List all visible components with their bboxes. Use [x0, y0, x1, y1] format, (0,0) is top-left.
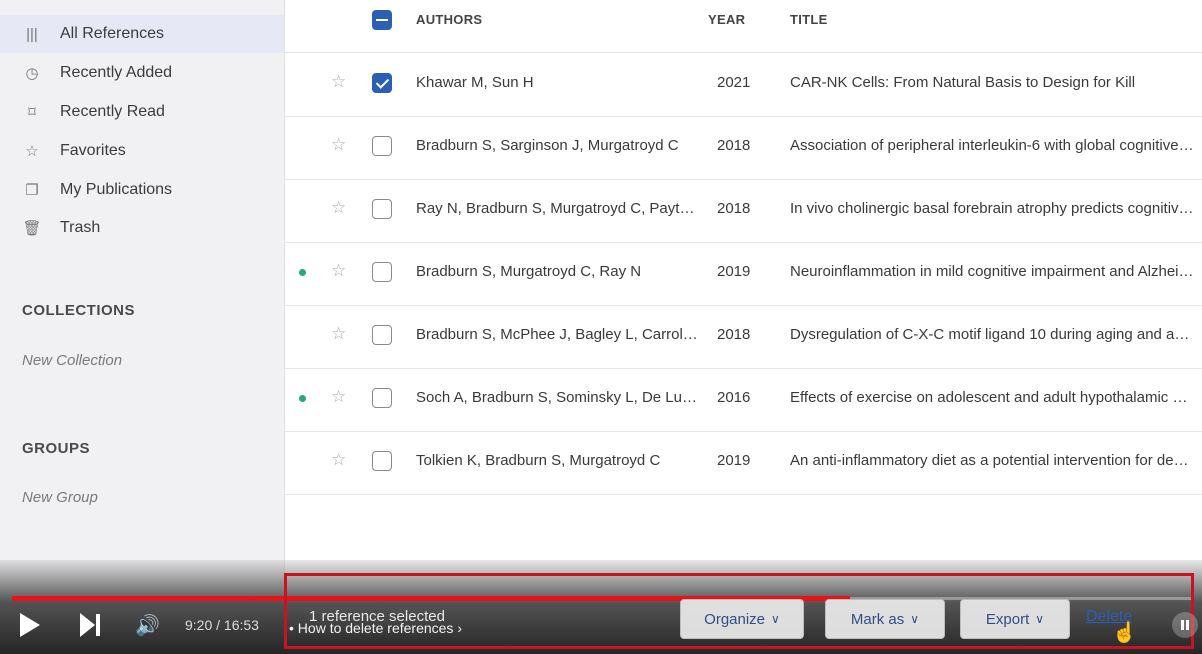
cell-title: In vivo cholinergic basal forebrain atro… — [790, 200, 1195, 217]
column-authors[interactable]: AUTHORS — [416, 12, 482, 27]
library-item-my-publications[interactable]: ❐ My Publications — [0, 171, 284, 209]
table-header: AUTHORS YEAR TITLE — [285, 0, 1202, 53]
favorite-star-icon[interactable]: ☆ — [331, 450, 346, 470]
pause-icon[interactable] — [1172, 612, 1198, 638]
cell-authors: Bradburn S, Sarginson J, Murgatroyd C — [416, 137, 679, 154]
cell-authors: Soch A, Bradburn S, Sominsky L, De Luca … — [416, 389, 699, 406]
library-item-all-references[interactable]: ||| All References — [0, 15, 284, 53]
row-checkbox[interactable] — [372, 262, 392, 282]
video-chapter[interactable]: • How to delete references › — [289, 620, 462, 636]
table-row[interactable]: ☆ Ray N, Bradburn S, Murgatroyd C, Payton… — [285, 179, 1202, 243]
row-checkbox[interactable] — [372, 388, 392, 408]
cell-year: 2019 — [717, 452, 751, 469]
table-row[interactable]: ☆ Soch A, Bradburn S, Sominsky L, De Luca… — [285, 368, 1202, 432]
reference-table: AUTHORS YEAR TITLE ☆ Khawar M, Sun H 2021 C… — [285, 0, 1202, 580]
unread-dot-icon — [299, 269, 306, 276]
trash-icon: 🗑 — [22, 220, 42, 237]
cell-title: Neuroinflammation in mild cognitive impa… — [790, 263, 1195, 280]
groups-heading: GROUPS — [22, 440, 91, 457]
play-icon[interactable] — [20, 613, 40, 637]
publication-icon: ❐ — [25, 182, 39, 199]
cell-title: Dysregulation of C-X-C motif ligand 10 d… — [790, 326, 1195, 343]
favorite-star-icon[interactable]: ☆ — [331, 72, 346, 92]
library-item-label: Recently Read — [60, 103, 165, 120]
library-item-label: Favorites — [60, 142, 126, 159]
highlight-box — [284, 573, 1194, 649]
row-checkbox[interactable] — [372, 73, 392, 93]
library-item-recently-read[interactable]: ⌑ Recently Read — [0, 93, 284, 131]
favorite-star-icon[interactable]: ☆ — [331, 261, 346, 281]
column-year[interactable]: YEAR — [708, 12, 745, 27]
table-row[interactable]: ☆ Bradburn S, Murgatroyd C, Ray N 2019 Neur… — [285, 242, 1202, 306]
library-item-label: My Publications — [60, 181, 173, 198]
clock-icon: ◷ — [25, 65, 39, 82]
cell-title: CAR-NK Cells: From Natural Basis to Desi… — [790, 74, 1136, 91]
collections-heading: COLLECTIONS — [22, 302, 135, 319]
library-item-recently-added[interactable]: ◷ Recently Added — [0, 54, 284, 92]
library-item-label: Recently Added — [60, 64, 173, 81]
volume-icon[interactable]: 🔊 — [135, 613, 160, 638]
unread-dot-icon — [299, 395, 306, 402]
cell-authors: Bradburn S, Murgatroyd C, Ray N — [416, 263, 642, 280]
cell-authors: Ray N, Bradburn S, Murgatroyd C, Payton … — [416, 200, 699, 217]
select-all-checkbox[interactable] — [372, 10, 392, 30]
cell-title: An anti-inflammatory diet as a potential… — [790, 452, 1195, 469]
cell-title: Association of peripheral interleukin-6 … — [790, 137, 1195, 154]
row-checkbox[interactable] — [372, 136, 392, 156]
new-collection-link[interactable]: New Collection — [22, 352, 122, 369]
sidebar: ||| All References ◷ Recently Added ⌑ Recentl… — [0, 0, 285, 654]
star-icon: ☆ — [25, 143, 39, 160]
cell-authors: Khawar M, Sun H — [416, 74, 534, 91]
library-item-label: Trash — [60, 219, 101, 236]
cell-year: 2021 — [717, 74, 751, 91]
favorite-star-icon[interactable]: ☆ — [331, 324, 346, 344]
row-checkbox[interactable] — [372, 451, 392, 471]
cell-authors: Bradburn S, McPhee J, Bagley L, Carroll … — [416, 326, 699, 343]
library-item-trash[interactable]: 🗑 Trash — [0, 209, 284, 247]
cell-year: 2019 — [717, 263, 751, 280]
favorite-star-icon[interactable]: ☆ — [331, 135, 346, 155]
library-item-label: All References — [60, 25, 165, 42]
new-group-link[interactable]: New Group — [22, 489, 98, 506]
table-row[interactable]: ☆ Bradburn S, McPhee J, Bagley L, Carroll… — [285, 305, 1202, 369]
cell-year: 2018 — [717, 200, 751, 217]
bookmark-icon: ⌑ — [28, 104, 36, 121]
next-icon[interactable] — [80, 613, 106, 637]
table-row[interactable]: ☆ Bradburn S, Sarginson J, Murgatroyd C 20… — [285, 116, 1202, 180]
library-icon: ||| — [26, 25, 38, 43]
table-row[interactable]: ☆ Khawar M, Sun H 2021 CAR-NK Cells: From N… — [285, 53, 1202, 117]
column-title[interactable]: TITLE — [790, 12, 828, 27]
library-item-favorites[interactable]: ☆ Favorites — [0, 132, 284, 170]
table-row[interactable]: ☆ Tolkien K, Bradburn S, Murgatroyd C 2019… — [285, 431, 1202, 495]
cell-year: 2018 — [717, 326, 751, 343]
video-time: 9:20 / 16:53 — [185, 617, 259, 633]
cell-year: 2018 — [717, 137, 751, 154]
row-checkbox[interactable] — [372, 199, 392, 219]
cell-title: Effects of exercise on adolescent and ad… — [790, 389, 1195, 406]
cell-authors: Tolkien K, Bradburn S, Murgatroyd C — [416, 452, 661, 469]
row-checkbox[interactable] — [372, 325, 392, 345]
favorite-star-icon[interactable]: ☆ — [331, 387, 346, 407]
cell-year: 2016 — [717, 389, 751, 406]
favorite-star-icon[interactable]: ☆ — [331, 198, 346, 218]
